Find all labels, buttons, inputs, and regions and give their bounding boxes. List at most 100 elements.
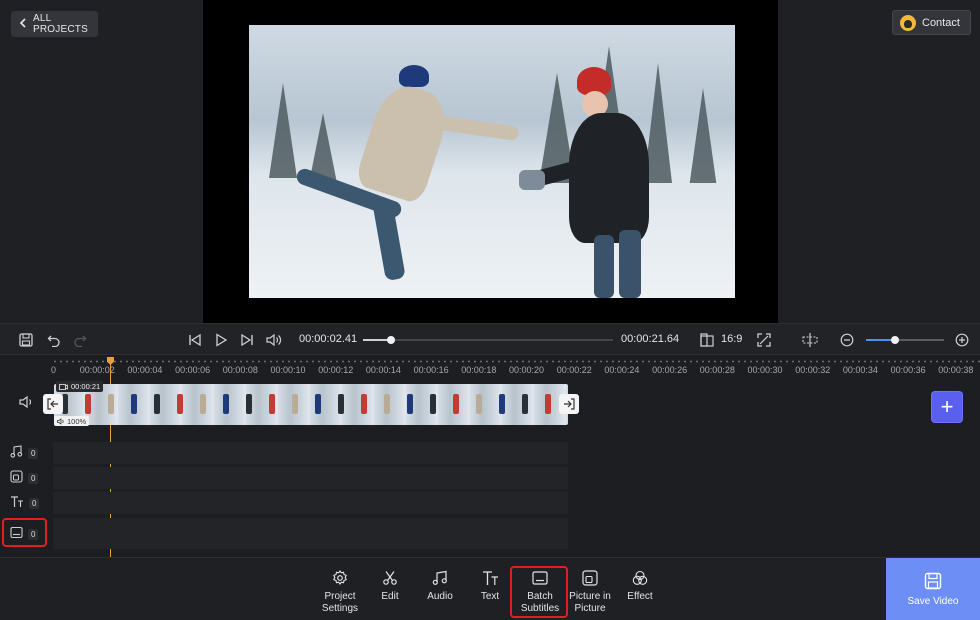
speaker-icon[interactable] [19,395,37,413]
redo-icon[interactable] [71,331,89,349]
fullscreen-icon[interactable] [755,331,773,349]
play-icon[interactable] [212,331,230,349]
clip-volume-text: 100% [67,416,87,426]
plus-icon: + [940,394,954,419]
clip-thumbnail-figure [407,394,413,414]
save-video-label: Save Video [907,596,959,607]
avatar-icon [900,14,916,31]
ruler-tick-label: 00:00:08 [222,365,258,375]
pip-track-label: 0 [10,469,39,487]
tool-label: Project [324,591,356,602]
undo-icon[interactable] [45,331,63,349]
ruler-tick-label: 00:00:12 [318,365,354,375]
pip-track[interactable] [53,467,568,489]
clip-thumbnail-figure [522,394,528,414]
ruler-tick-label: 00:00:14 [365,365,401,375]
aspect-ratio-icon[interactable] [698,331,716,349]
tool-label: Edit [381,591,399,602]
ruler-tick-label: 00:00:38 [938,365,974,375]
time-ruler[interactable]: 0 00:00:02 00:00:04 00:00:06 00:00:08 00:00:1… [51,357,980,377]
zoom-out-icon[interactable] [838,331,856,349]
skip-back-icon[interactable] [186,331,204,349]
pip-icon [581,569,599,587]
pip-icon [10,470,23,486]
clip-thumbnail-figure [269,394,275,414]
clip-trim-start-handle[interactable] [43,394,63,414]
ruler-tick-label: 00:00:06 [175,365,211,375]
add-media-button[interactable]: + [932,392,962,422]
batch-subtitles-highlight [510,566,568,618]
tool-label: Settings [321,603,359,614]
clip-volume-badge[interactable]: 100% [54,416,90,426]
clip-duration-badge: 00:00:21 [56,381,104,392]
aspect-ratio-label[interactable]: 16:9 [721,333,742,345]
bottom-toolbar: Project Settings Edit Audio Text Batch S… [0,557,980,620]
project-settings-button[interactable]: Project Settings [312,569,368,615]
audio-track[interactable] [53,442,568,464]
clip-thumbnail-figure [200,394,206,414]
volume-icon[interactable] [265,331,283,349]
audio-track-label: 0 [10,444,39,462]
zoom-in-icon[interactable] [953,331,971,349]
total-time: 00:00:21.64 [621,333,680,345]
clip-thumbnail-figure [177,394,183,414]
playback-scrubber[interactable] [363,336,613,344]
man-figure [569,113,649,243]
subtitle-track-highlight [2,518,47,547]
save-icon[interactable] [17,331,35,349]
clip-trim-end-handle[interactable] [559,394,579,414]
clip-thumbnail-figure [430,394,436,414]
ruler-tick-label: 00:00:30 [747,365,783,375]
player-toolbar: 00:00:02.41 00:00:21.64 16:9 [0,323,980,355]
contact-button[interactable]: Contact [892,10,971,35]
tool-label: Effect [627,591,653,602]
split-icon[interactable] [801,331,819,349]
clip-thumbnail-figure [384,394,390,414]
clip-thumbnail-figure [315,394,321,414]
clip-duration-text: 00:00:21 [71,382,101,391]
video-preview[interactable] [249,25,735,298]
pip-track-count: 0 [28,472,39,484]
zoom-slider[interactable] [866,336,944,344]
all-projects-label: ALL PROJECTS [33,13,88,35]
audio-button[interactable]: Audio [412,569,468,603]
clip-thumbnail-figure [453,394,459,414]
scene-tree [269,83,297,178]
chevron-left-icon [19,17,27,31]
picture-in-picture-button[interactable]: Picture in Picture [562,569,618,615]
audio-track-count: 0 [28,447,39,459]
save-video-button[interactable]: Save Video [886,558,980,620]
scrubber-handle[interactable] [386,336,395,344]
ruler-tick-label: 00:00:28 [699,365,735,375]
clip-thumbnail-figure [292,394,298,414]
tool-label: Audio [427,591,453,602]
scissors-icon [381,569,399,587]
skip-forward-icon[interactable] [238,331,256,349]
blue-hat [399,65,429,87]
all-projects-button[interactable]: ALL PROJECTS [11,11,98,37]
timeline: 0 00:00:02 00:00:04 00:00:06 00:00:08 00:00:1… [0,355,980,557]
clip-thumbnail-figure [223,394,229,414]
contact-label: Contact [922,16,960,29]
clip-thumbnail-figure [476,394,482,414]
video-clip[interactable] [54,384,568,425]
clip-thumbnail-figure [85,394,91,414]
ruler-tick-label: 00:00:32 [795,365,831,375]
ruler-tick-label: 00:00:20 [509,365,545,375]
gear-icon [331,569,349,587]
scene-tree [689,88,717,188]
effect-button[interactable]: Effect [612,569,668,603]
ruler-tick-label: 00:00:10 [270,365,306,375]
save-icon [924,572,942,590]
music-note-icon [10,445,23,461]
text-track[interactable] [53,492,568,514]
edit-button[interactable]: Edit [362,569,418,603]
clip-thumbnail-figure [154,394,160,414]
text-track-label: 0 [10,494,40,512]
music-note-icon [431,569,449,587]
subtitle-track[interactable] [53,518,568,549]
zoom-handle[interactable] [890,336,899,344]
ruler-tick-label: 00:00:22 [556,365,592,375]
tool-label: Picture in [569,591,611,602]
clip-thumbnail-figure [499,394,505,414]
